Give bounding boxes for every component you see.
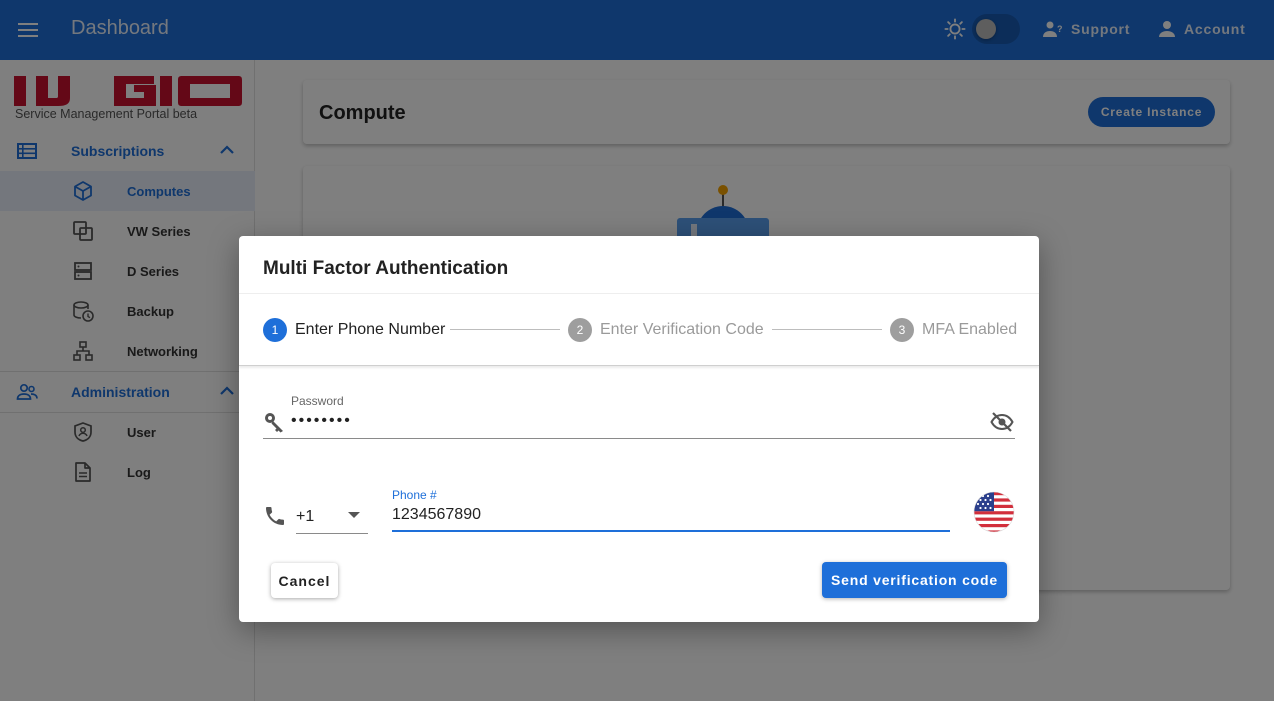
- step-number: 3: [890, 318, 914, 342]
- step-enter-phone: 1 Enter Phone Number: [263, 318, 445, 342]
- password-input[interactable]: ••••••••: [291, 412, 352, 430]
- step-number: 1: [263, 318, 287, 342]
- step-label: Enter Phone Number: [295, 321, 446, 338]
- phone-label: Phone #: [392, 488, 437, 502]
- eye-off-icon[interactable]: [990, 410, 1014, 434]
- step-mfa-enabled: 3 MFA Enabled: [890, 318, 1017, 342]
- mfa-dialog: Multi Factor Authentication 1 Enter Phon…: [239, 236, 1039, 622]
- cancel-button[interactable]: Cancel: [271, 563, 338, 598]
- step-enter-code: 2 Enter Verification Code: [568, 318, 764, 342]
- send-verification-code-button[interactable]: Send verification code: [822, 562, 1007, 598]
- phone-input[interactable]: [392, 504, 950, 532]
- password-label: Password: [291, 394, 344, 408]
- password-underline: [263, 438, 1015, 439]
- stepper: 1 Enter Phone Number 2 Enter Verificatio…: [239, 294, 1039, 366]
- dialog-title: Multi Factor Authentication: [263, 258, 509, 279]
- key-icon: [265, 413, 283, 433]
- dropdown-arrow-icon: [348, 512, 360, 518]
- country-code-select[interactable]: +1: [296, 500, 368, 534]
- us-flag-icon: [973, 491, 1015, 533]
- phone-icon: [266, 507, 284, 525]
- step-label: Enter Verification Code: [600, 321, 764, 338]
- step-connector: [450, 329, 560, 330]
- country-code-value: +1: [296, 508, 315, 525]
- step-label: MFA Enabled: [922, 321, 1018, 338]
- step-number: 2: [568, 318, 592, 342]
- step-connector: [772, 329, 882, 330]
